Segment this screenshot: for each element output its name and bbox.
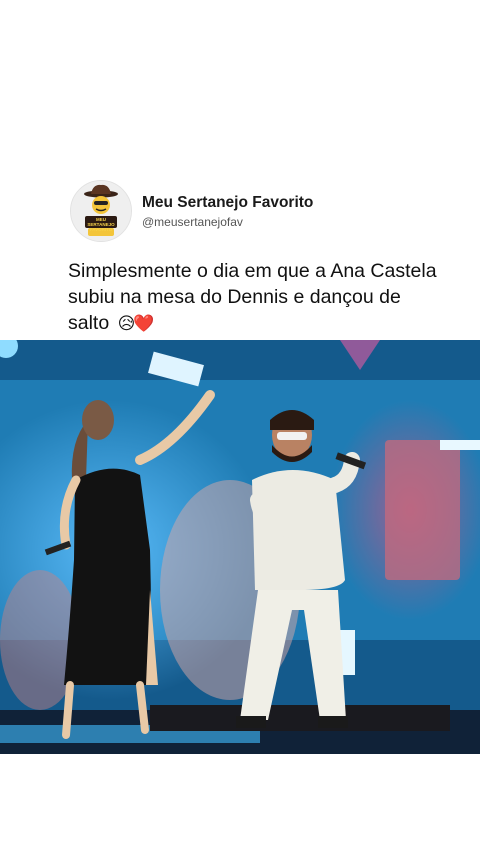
account-handle[interactable]: @meusertanejofav [142, 214, 313, 230]
concert-photo-icon [0, 340, 480, 754]
post-header: MEU SERTANEJO FAVORITO Meu Sertanejo Fav… [70, 180, 313, 242]
account-identity: Meu Sertanejo Favorito @meusertanejofav [142, 193, 313, 230]
post-media[interactable] [0, 340, 480, 754]
account-display-name[interactable]: Meu Sertanejo Favorito [142, 193, 313, 213]
avatar[interactable]: MEU SERTANEJO FAVORITO [70, 180, 132, 242]
caption-emojis: 😥❤️ [117, 314, 155, 333]
avatar-logo-text: MEU SERTANEJO FAVORITO [87, 217, 115, 232]
cowboy-mascot-icon [71, 181, 131, 241]
post-caption: Simplesmente o dia em que a Ana Castela … [68, 258, 438, 337]
